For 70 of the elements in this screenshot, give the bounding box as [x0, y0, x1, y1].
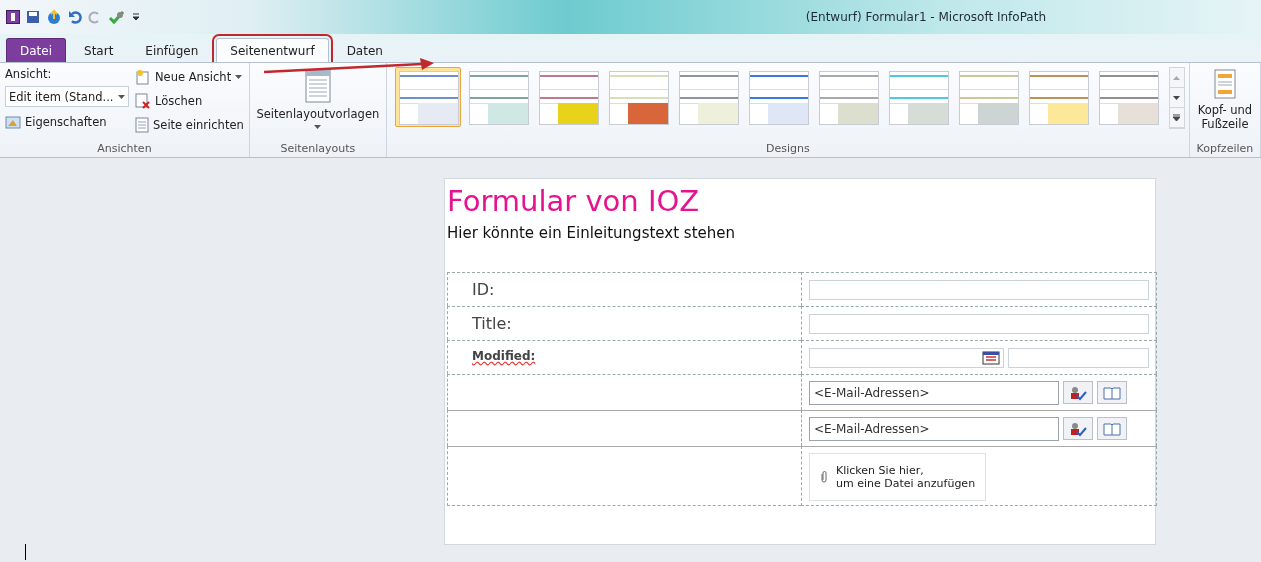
down-icon: [1173, 95, 1181, 100]
accent-line: [469, 97, 528, 99]
header-footer-icon: [1213, 69, 1236, 99]
check-names-button[interactable]: [1063, 381, 1093, 404]
accent-line: [399, 97, 458, 99]
view-label: Ansicht:: [5, 67, 53, 81]
group-label: Designs: [765, 142, 811, 157]
accent-line: [889, 97, 948, 99]
paperclip-icon: [820, 470, 828, 484]
caret-icon: [235, 74, 243, 79]
accent-line: [819, 97, 878, 99]
customize-icon[interactable]: [132, 11, 140, 23]
book-icon: [1103, 421, 1121, 436]
design-thumbnail[interactable]: [394, 67, 461, 127]
preview-icon[interactable]: [108, 9, 126, 25]
accent-line: [609, 97, 668, 99]
file-tab[interactable]: Datei: [6, 38, 66, 62]
accent-line: [1099, 97, 1158, 99]
window-title: (Entwurf) Formular1 - Microsoft InfoPath: [805, 10, 1046, 24]
accent-line: [1029, 97, 1088, 99]
page-layout-templates-button[interactable]: Seitenlayoutvorlagen: [254, 67, 382, 142]
delete-button[interactable]: Löschen: [135, 91, 244, 110]
publish-icon[interactable]: [46, 9, 62, 25]
check-names-button[interactable]: [1063, 417, 1093, 440]
up-icon: [1173, 75, 1181, 80]
accent-line: [959, 97, 1018, 99]
properties-button[interactable]: Eigenschaften: [5, 112, 129, 131]
page-setup-button[interactable]: Seite einrichten: [135, 115, 244, 134]
calendar-icon: [981, 350, 1000, 365]
field-label: ID:: [471, 280, 495, 299]
text-field[interactable]: [809, 313, 1149, 334]
field-label: Title:: [471, 314, 512, 333]
group-label: Kopfzeilen: [1195, 142, 1255, 157]
new-view-icon: [135, 68, 151, 85]
ribbon-tab[interactable]: Daten: [332, 38, 397, 62]
attach-file-button[interactable]: Klicken Sie hier, um eine Datei anzufügen: [809, 453, 987, 501]
book-icon: [1103, 385, 1121, 400]
field-label: Modified:: [471, 349, 536, 363]
ribbon-tab[interactable]: Start: [70, 38, 128, 62]
accent-line: [679, 97, 738, 99]
form-title: Formular von IOZ: [447, 184, 701, 218]
new-view-button[interactable]: Neue Ansicht: [135, 67, 244, 86]
view-dropdown[interactable]: Edit item (Stand...: [5, 86, 129, 107]
date-field[interactable]: [809, 347, 1004, 368]
group-label: Ansichten: [96, 142, 153, 157]
more-icon: [1173, 114, 1181, 121]
ribbon-tab[interactable]: Einfügen: [131, 38, 213, 62]
save-icon[interactable]: [26, 10, 40, 24]
delete-icon: [135, 92, 151, 109]
group-label: Seitenlayouts: [279, 142, 357, 157]
page-layout-icon: [304, 69, 331, 103]
email-field[interactable]: <E-Mail-Adressen>: [809, 380, 1059, 405]
page-setup-icon: [135, 116, 149, 133]
scroll-down-button[interactable]: [1169, 88, 1184, 108]
person-check-icon: [1069, 384, 1087, 401]
app-icon: [6, 10, 20, 24]
text-cursor: [25, 544, 26, 560]
text-field[interactable]: [809, 279, 1149, 300]
time-field[interactable]: [1007, 347, 1149, 368]
undo-icon[interactable]: [68, 10, 82, 24]
redo-icon[interactable]: [88, 10, 102, 24]
accent-line: [749, 97, 808, 99]
properties-icon: [5, 114, 21, 129]
header-footer-button[interactable]: Kopf- und Fußzeile: [1195, 67, 1255, 142]
caret-icon: [314, 125, 322, 129]
person-check-icon: [1069, 420, 1087, 437]
accent-line: [539, 97, 598, 99]
email-field[interactable]: <E-Mail-Adressen>: [809, 416, 1059, 441]
caret-icon: [118, 94, 125, 99]
intro-text: Hier könnte ein Einleitungstext stehen: [447, 224, 736, 242]
